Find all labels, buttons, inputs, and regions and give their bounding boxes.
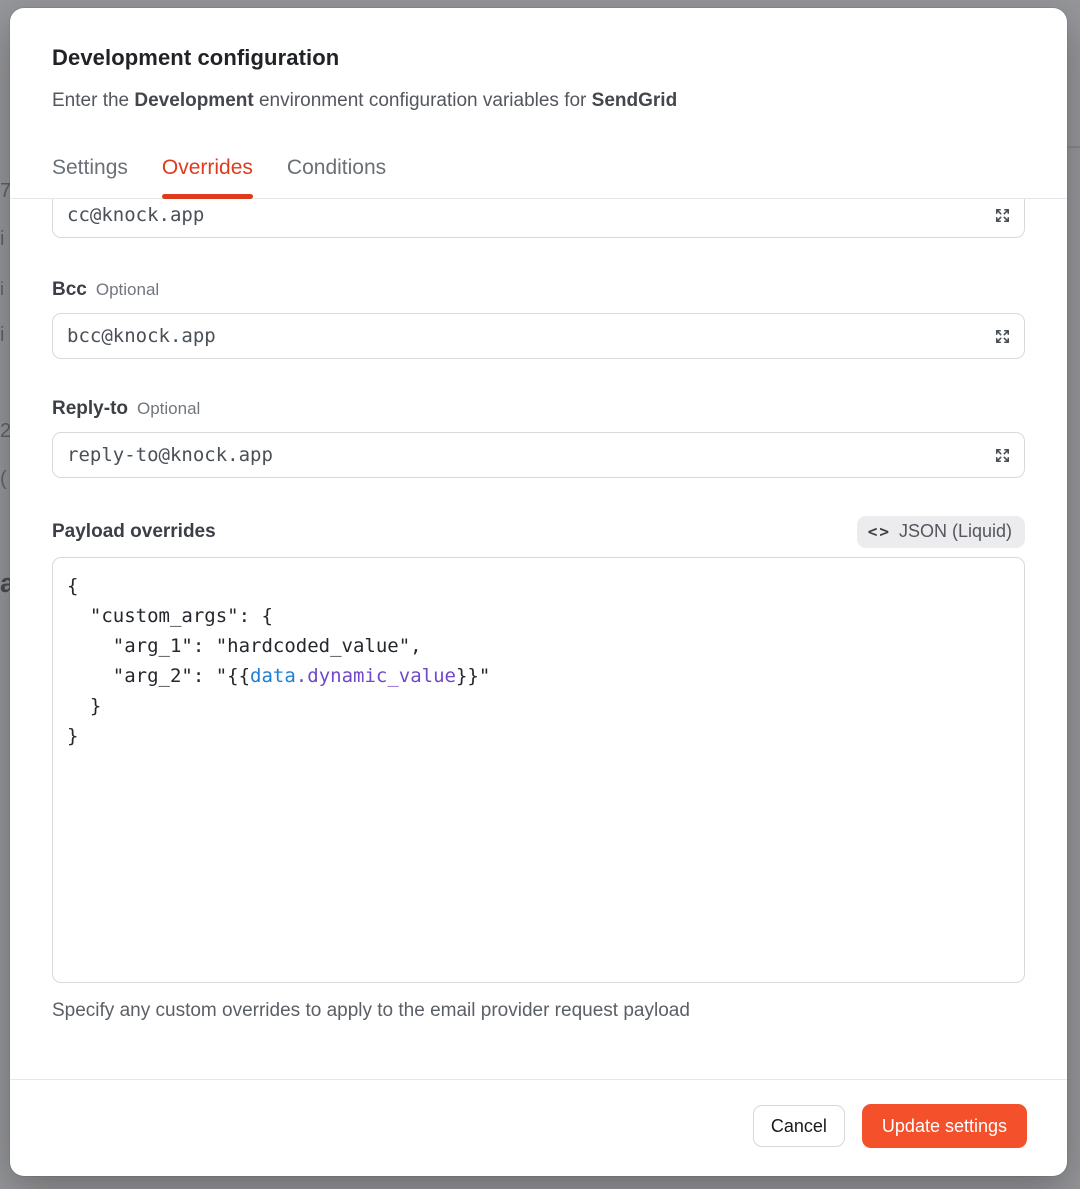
expand-icon[interactable] [992,445,1012,465]
backdrop-fragment: i [0,228,4,251]
modal-footer: Cancel Update settings [10,1079,1067,1176]
bcc-label: Bcc [52,279,87,301]
reply-to-label: Reply-to [52,398,128,420]
payload-overrides-header: Payload overrides <> JSON (Liquid) [52,516,1025,548]
reply-to-field-container [52,432,1025,478]
code-line: "arg_1": "hardcoded_value", [67,631,1010,661]
reply-to-section: Reply-to Optional [52,398,1025,478]
tab-conditions[interactable]: Conditions [287,156,386,198]
cancel-button[interactable]: Cancel [753,1105,845,1147]
code-line: { [67,571,1010,601]
code-icon: <> [868,522,891,541]
bcc-section: Bcc Optional [52,279,1025,359]
reply-to-input[interactable] [53,433,1024,477]
code-line: } [67,691,1010,721]
subtitle-environment: Development [134,90,253,111]
subtitle-provider: SendGrid [592,90,678,111]
json-liquid-badge: <> JSON (Liquid) [857,516,1025,548]
bcc-label-row: Bcc Optional [52,279,1025,301]
backdrop-fragment: ( [0,468,7,491]
reply-to-optional-label: Optional [137,399,200,419]
expand-icon[interactable] [992,326,1012,346]
modal-subtitle: Enter the Development environment config… [52,90,1025,112]
subtitle-text: Enter the [52,90,134,111]
code-line: "arg_2": "{{data.dynamic_value}}" [67,661,1010,691]
backdrop-line [1067,146,1080,148]
tab-bar: Settings Overrides Conditions [10,156,1067,199]
modal-title: Development configuration [52,45,1025,71]
expand-icon[interactable] [992,205,1012,225]
reply-to-label-row: Reply-to Optional [52,398,1025,420]
modal-header: Development configuration Enter the Deve… [10,8,1067,112]
modal-body: Bcc Optional Reply-to Optional [10,199,1067,1079]
code-line: "custom_args": { [67,601,1010,631]
bcc-optional-label: Optional [96,280,159,300]
bcc-field-container [52,313,1025,359]
tab-settings[interactable]: Settings [52,156,128,198]
subtitle-text: environment configuration variables for [254,90,592,111]
cc-input[interactable] [53,199,1024,237]
cc-field-container [52,199,1025,238]
payload-overrides-editor[interactable]: { "custom_args": { "arg_1": "hardcoded_v… [52,557,1025,983]
update-settings-button[interactable]: Update settings [862,1104,1027,1148]
backdrop-fragment: i [0,324,4,347]
payload-overrides-label: Payload overrides [52,521,216,543]
development-configuration-modal: Development configuration Enter the Deve… [10,8,1067,1176]
backdrop-fragment: i [0,279,4,300]
code-line: } [67,721,1010,751]
json-liquid-badge-label: JSON (Liquid) [899,521,1012,542]
payload-overrides-help-text: Specify any custom overrides to apply to… [52,1000,1025,1022]
bcc-input[interactable] [53,314,1024,358]
tab-overrides[interactable]: Overrides [162,156,253,198]
